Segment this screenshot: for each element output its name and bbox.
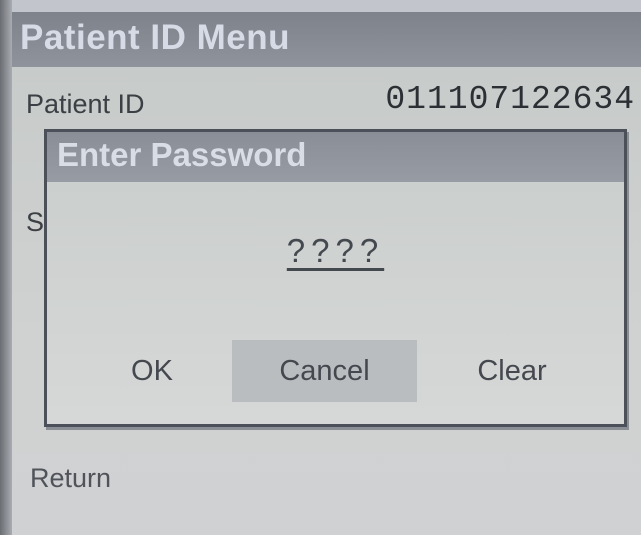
cancel-button[interactable]: Cancel: [232, 340, 417, 402]
dialog-titlebar: Enter Password: [47, 132, 624, 182]
device-screen: Patient ID Menu Patient ID 011107122634 …: [0, 0, 641, 535]
password-field[interactable]: ????: [47, 232, 624, 270]
screen-bezel: [0, 0, 12, 535]
password-dialog: Enter Password ???? OK Cancel Clear: [44, 129, 627, 427]
return-menu-item[interactable]: Return: [30, 463, 111, 494]
obscured-menu-item[interactable]: S: [26, 207, 44, 238]
dialog-body: ???? OK Cancel Clear: [47, 182, 624, 424]
patient-id-value: 011107122634: [385, 81, 635, 118]
ok-button[interactable]: OK: [87, 340, 217, 402]
clear-button[interactable]: Clear: [437, 340, 587, 402]
patient-id-label[interactable]: Patient ID: [26, 89, 145, 120]
dialog-title: Enter Password: [57, 136, 307, 173]
menu-title: Patient ID Menu: [20, 18, 291, 57]
menu-titlebar: Patient ID Menu: [12, 12, 641, 67]
